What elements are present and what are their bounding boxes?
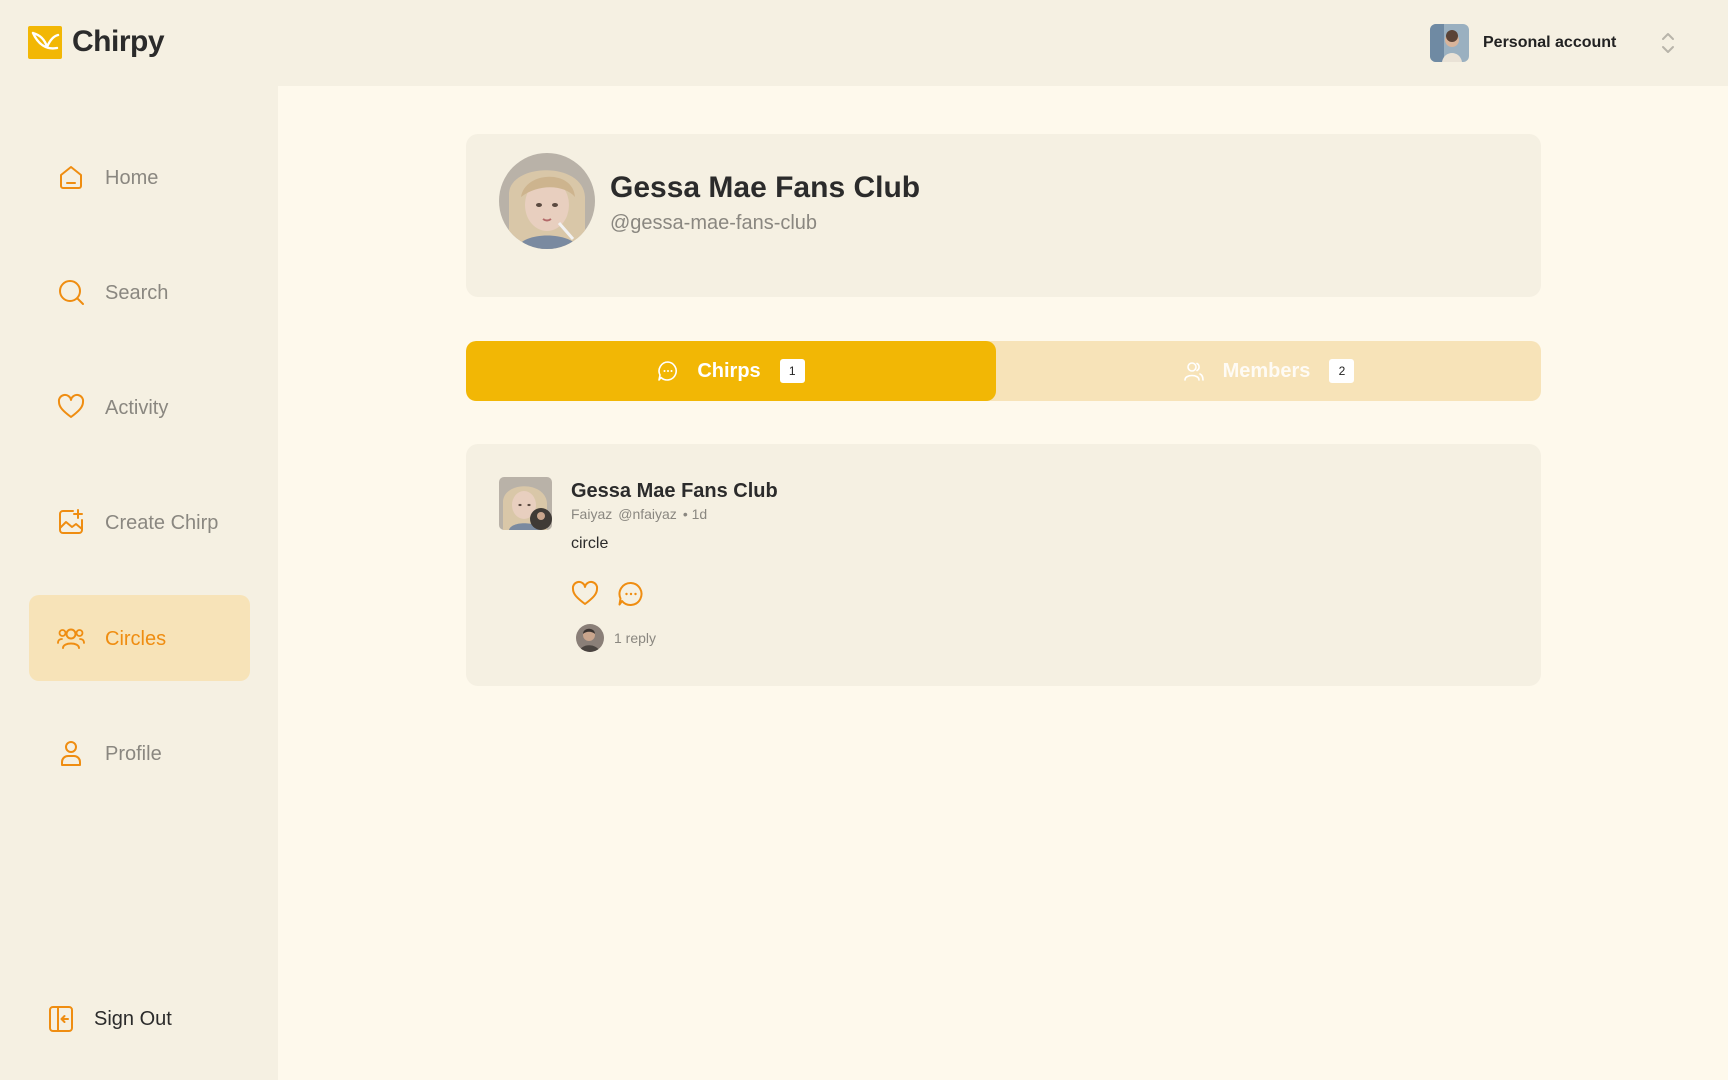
account-switcher[interactable]: Personal account [1430,24,1616,62]
chevron-up-down-icon[interactable] [1660,30,1676,56]
circle-tabs: Chirps 1 Members 2 [466,341,1541,401]
reply-count: 1 reply [614,630,657,646]
tab-count-badge: 2 [1329,359,1355,383]
users-icon [1183,362,1204,381]
home-icon [60,166,82,189]
user-icon [61,741,81,766]
sidebar-item-label: Circles [105,628,167,650]
circle-handle: @gessa-mae-fans-club [610,212,818,234]
app-logo[interactable]: Chirpy [28,25,165,59]
reply-chat-icon[interactable] [617,580,645,608]
sidebar-item-home[interactable]: Home [29,134,250,220]
tab-label: Chirps [697,359,761,382]
sidebar-item-label: Activity [105,397,169,419]
post-author-avatar[interactable] [499,477,552,530]
circle-name: Gessa Mae Fans Club [610,171,921,204]
sidebar-item-create-chirp[interactable]: Create Chirp [29,479,250,565]
heart-icon [57,393,85,418]
sidebar: Home Search Activity Create Chirp Circle… [0,86,278,1080]
top-bar: Chirpy Personal account [0,0,1728,86]
tab-label: Members [1222,359,1311,382]
circle-header-card: Gessa Mae Fans Club @gessa-mae-fans-club [466,134,1541,297]
sidebar-item-search[interactable]: Search [29,249,250,335]
reply-avatar [576,624,604,652]
app-name: Chirpy [72,25,165,58]
tab-count-badge: 1 [779,359,805,383]
post-circle-name[interactable]: Gessa Mae Fans Club [571,480,778,503]
sign-out-icon [49,1006,73,1032]
sidebar-item-label: Search [105,282,169,304]
sidebar-item-label: Home [105,167,159,189]
sign-out-label: Sign Out [94,1007,172,1030]
tab-members[interactable]: Members 2 [996,341,1541,401]
chat-icon [658,361,678,381]
post-replies[interactable]: 1 reply [576,624,656,652]
search-icon [59,280,84,305]
sign-out-button[interactable]: Sign Out [48,1005,172,1033]
sidebar-item-activity[interactable]: Activity [29,364,250,450]
post-author-handle[interactable]: @nfaiyaz [618,506,677,522]
sidebar-item-profile[interactable]: Profile [29,710,250,796]
sidebar-item-circles[interactable]: Circles [29,595,250,681]
users-icon [57,628,85,649]
post-meta: Faiyaz @nfaiyaz • 1d [571,506,707,522]
image-plus-icon [59,509,83,534]
circle-avatar [499,153,595,249]
account-avatar [1430,24,1469,62]
chirp-card[interactable]: Gessa Mae Fans Club Faiyaz @nfaiyaz • 1d… [466,444,1541,686]
account-label: Personal account [1483,34,1617,51]
post-actions [571,580,645,608]
chirpy-logo-icon [28,25,62,59]
tab-chirps[interactable]: Chirps 1 [466,341,996,401]
sidebar-item-label: Create Chirp [105,512,219,534]
like-heart-icon[interactable] [571,580,599,608]
post-time: • 1d [682,506,708,522]
post-text: circle [571,535,609,552]
post-author-name[interactable]: Faiyaz [571,506,612,522]
sidebar-item-label: Profile [105,743,162,765]
